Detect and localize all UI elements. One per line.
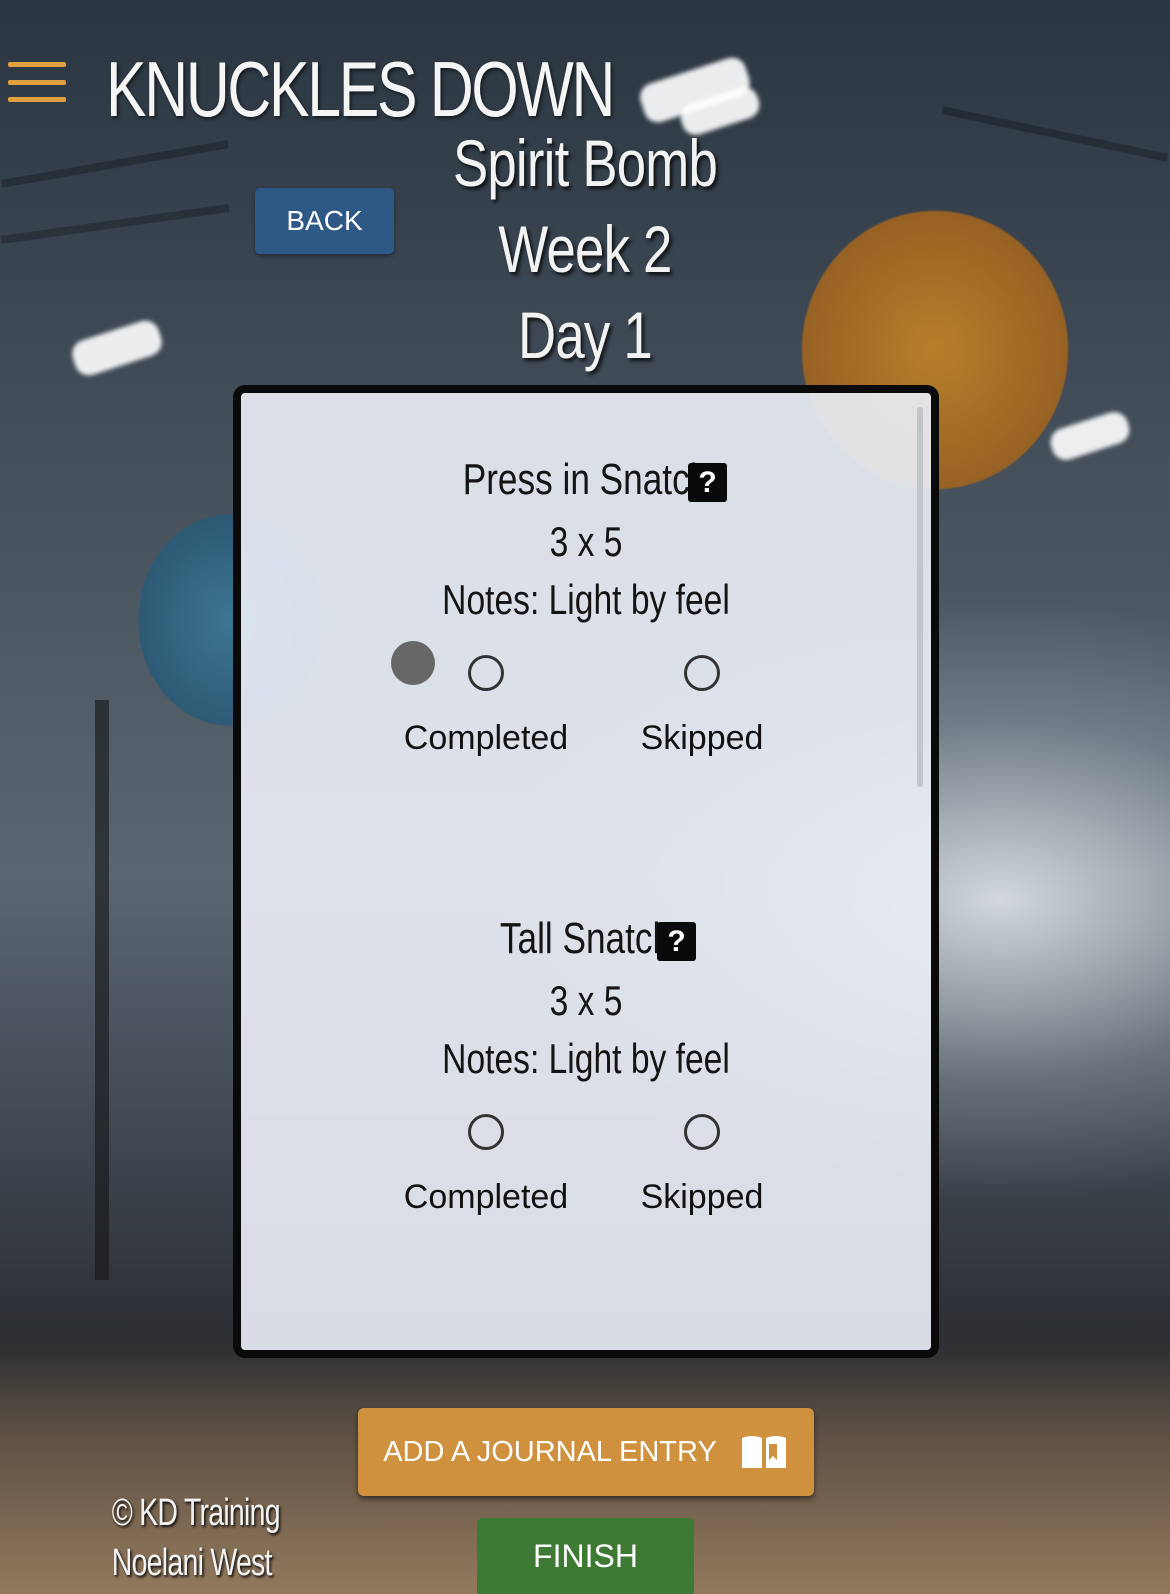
skipped-option[interactable]: Skipped [602,1114,802,1217]
back-button[interactable]: BACK [255,188,394,254]
completed-option[interactable]: Completed [386,1114,586,1217]
credit-watermark: © KD Training Noelani West [88,1488,281,1588]
add-journal-entry-button[interactable]: ADD A JOURNAL ENTRY [358,1408,814,1496]
skipped-label: Skipped [640,1178,764,1216]
exercise-scheme: 3 x 5 [549,518,623,565]
exercise-scheme: 3 x 5 [549,977,623,1024]
exercise-name: Press in Snatch [462,455,710,504]
completed-label: Completed [403,719,569,757]
exercise-card: Press in Snatch ? 3 x 5 Notes: Light by … [241,455,931,785]
journal-button-label: ADD A JOURNAL ENTRY [383,1435,717,1468]
book-icon [739,1432,789,1472]
completed-label: Completed [403,1178,569,1216]
help-icon[interactable]: ? [657,922,696,961]
copyright-text: © KD Training [111,1492,281,1534]
workout-title: Spirit Bomb Week 2 Day 1 [385,120,785,378]
day-label: Day 1 [518,298,653,372]
exercise-notes: Notes: Light by feel [442,1035,730,1082]
completed-radio[interactable] [468,1114,504,1150]
skipped-radio[interactable] [684,1114,720,1150]
skipped-radio[interactable] [684,655,720,691]
skipped-option[interactable]: Skipped [602,655,802,758]
skipped-label: Skipped [640,719,764,757]
completed-radio[interactable] [468,655,504,691]
week-label: Week 2 [498,212,672,286]
exercise-card: Tall Snatch ? 3 x 5 Notes: Light by feel… [241,914,931,1244]
completed-option[interactable]: Completed [386,655,586,758]
exercise-name: Tall Snatch [499,914,673,963]
program-name: Spirit Bomb [452,126,718,200]
status-options: Completed Skipped [241,1114,931,1244]
exercise-notes: Notes: Light by feel [442,576,730,623]
athlete-name: Noelani West [111,1542,273,1584]
finish-button[interactable]: FINISH [477,1518,694,1594]
status-options: Completed Skipped [241,655,931,785]
hamburger-menu-icon[interactable] [8,62,66,102]
help-icon[interactable]: ? [688,463,727,502]
exercise-list-panel[interactable]: Press in Snatch ? 3 x 5 Notes: Light by … [233,385,939,1358]
